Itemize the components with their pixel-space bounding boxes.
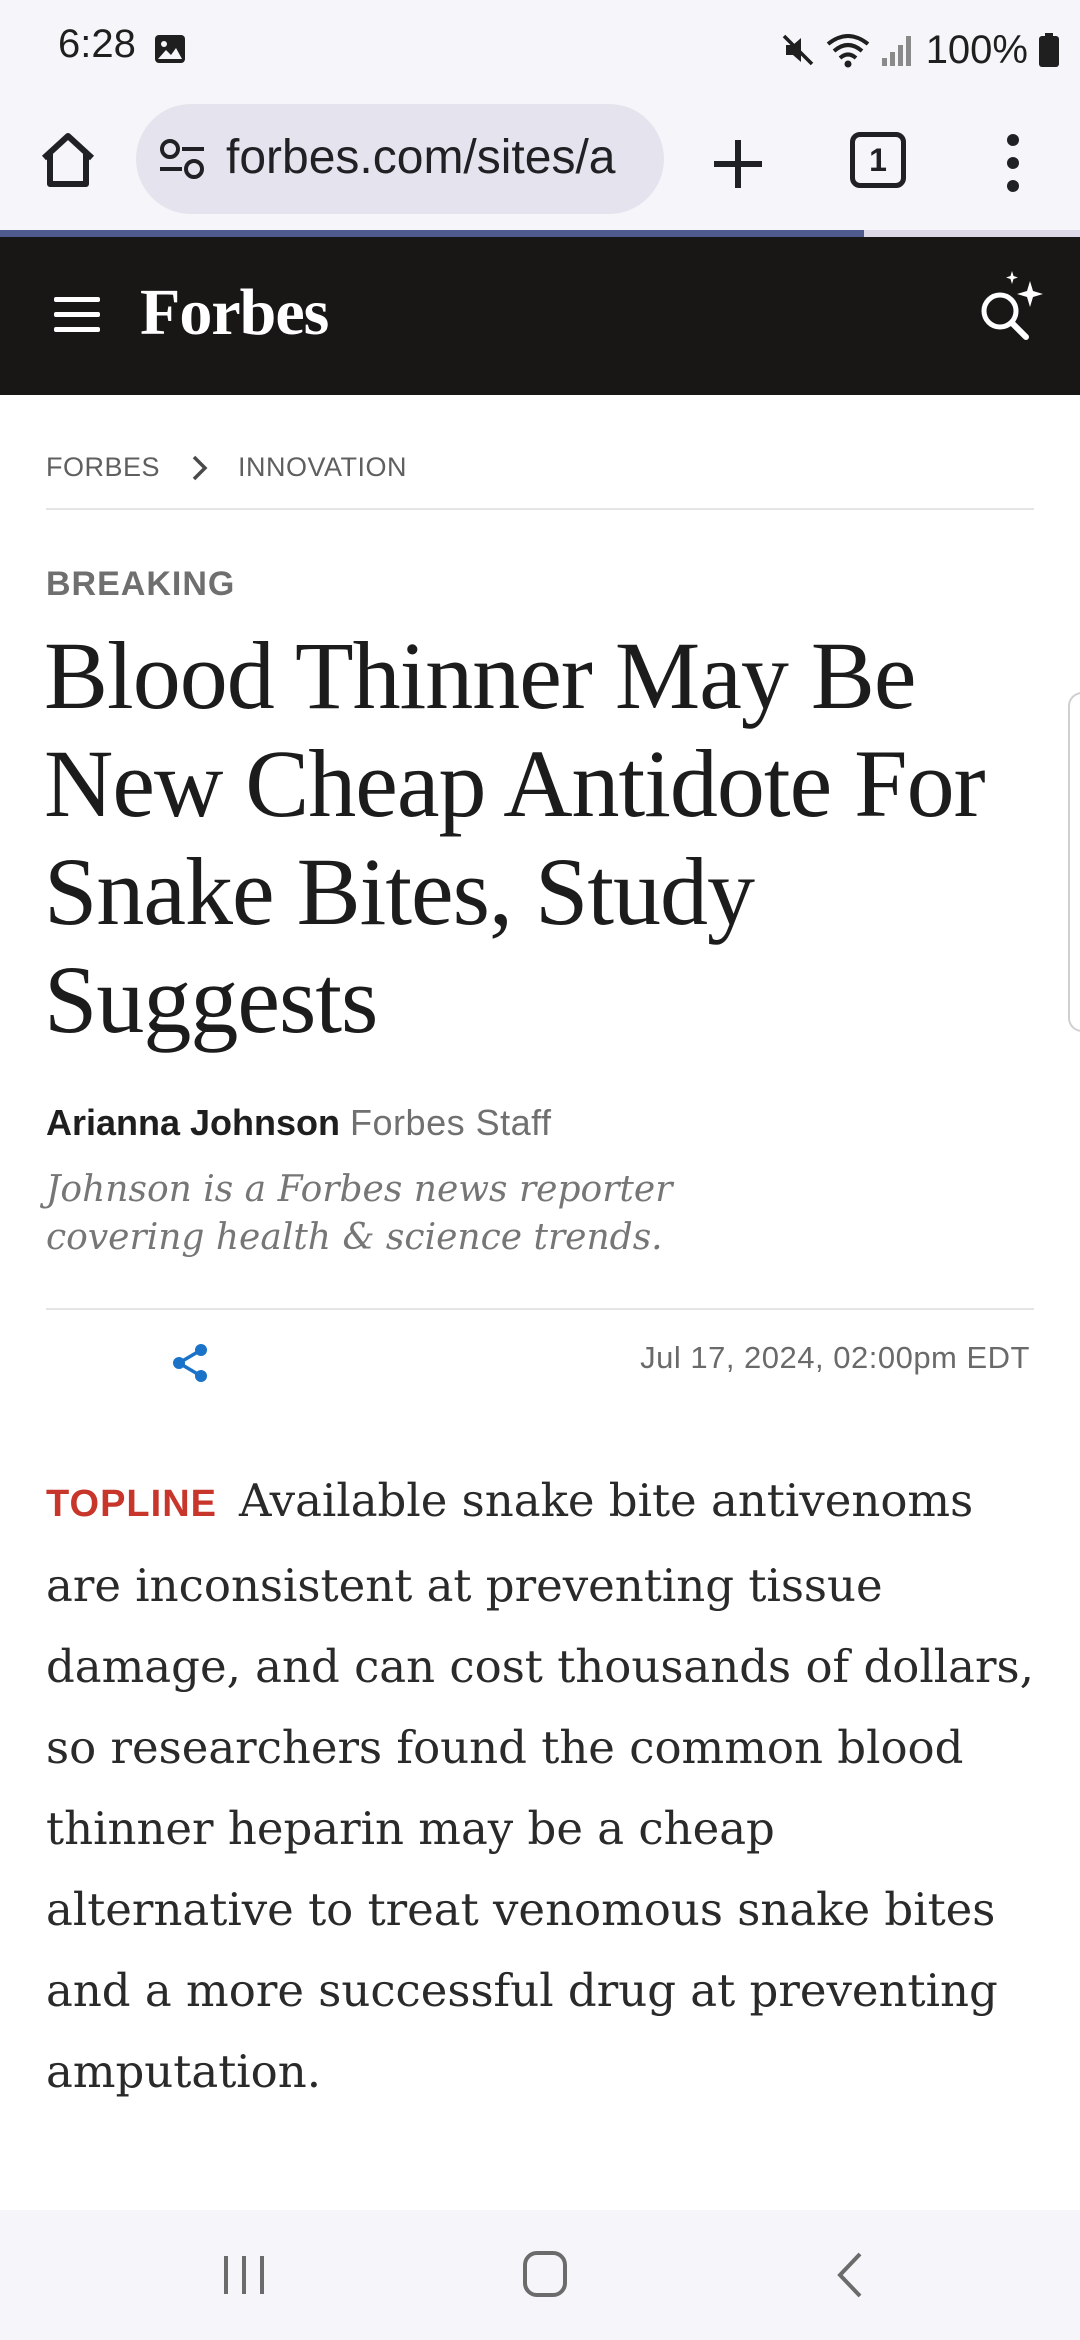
tab-switcher-button[interactable]: 1 xyxy=(850,132,906,188)
recent-apps-icon[interactable] xyxy=(218,2250,270,2300)
article-headline: Blood Thinner May Be New Cheap Antidote … xyxy=(44,622,986,1053)
divider xyxy=(46,1308,1034,1310)
status-time: 6:28 xyxy=(58,22,136,66)
forbes-logo[interactable]: Forbes xyxy=(140,275,329,351)
site-settings-icon[interactable] xyxy=(158,137,206,181)
author-role: Forbes Staff xyxy=(350,1102,552,1143)
menu-icon[interactable] xyxy=(54,297,100,335)
breadcrumb: FORBES INNOVATION xyxy=(46,452,407,483)
topline-text: Available snake bite antivenoms are inco… xyxy=(46,1474,1034,2098)
mute-icon xyxy=(782,34,813,66)
status-icons: 100% xyxy=(780,22,1060,78)
status-bar: 6:28 100% xyxy=(0,0,1080,100)
article-kicker: BREAKING xyxy=(46,565,236,603)
battery-percent: 100% xyxy=(925,27,1028,72)
chevron-right-icon xyxy=(192,455,208,480)
system-nav-bar xyxy=(0,2210,1080,2340)
address-bar[interactable]: forbes.com/sites/a xyxy=(136,104,664,214)
site-header: Forbes xyxy=(0,237,1080,395)
breadcrumb-forbes[interactable]: FORBES xyxy=(46,452,160,483)
url-text[interactable]: forbes.com/sites/a xyxy=(226,130,615,185)
browser-toolbar: forbes.com/sites/a 1 xyxy=(0,100,1080,230)
topline-label: TOPLINE xyxy=(46,1483,217,1525)
divider xyxy=(46,508,1034,510)
ai-search-icon[interactable] xyxy=(970,267,1050,347)
article-topline: TOPLINE Available snake bite antivenoms a… xyxy=(46,1460,1036,2112)
battery-icon xyxy=(1039,33,1059,67)
back-icon[interactable] xyxy=(832,2250,868,2300)
new-tab-icon[interactable] xyxy=(708,134,768,194)
breadcrumb-innovation[interactable]: INNOVATION xyxy=(238,452,407,483)
share-icon[interactable] xyxy=(170,1342,210,1384)
more-options-icon[interactable] xyxy=(998,130,1028,196)
byline: Arianna Johnson Forbes Staff xyxy=(46,1102,551,1144)
scroll-indicator[interactable] xyxy=(1068,692,1080,1032)
signal-icon xyxy=(881,36,911,66)
home-nav-icon[interactable] xyxy=(522,2250,568,2298)
wifi-icon xyxy=(826,34,869,68)
author-name[interactable]: Arianna Johnson xyxy=(46,1102,340,1143)
image-notification-icon xyxy=(155,35,185,63)
home-icon[interactable] xyxy=(36,128,100,192)
author-bio: Johnson is a Forbes news reporter coveri… xyxy=(46,1169,673,1258)
publish-date: Jul 17, 2024, 02:00pm EDT xyxy=(640,1340,1030,1375)
page-load-progress xyxy=(0,230,864,237)
tab-count: 1 xyxy=(869,141,887,178)
